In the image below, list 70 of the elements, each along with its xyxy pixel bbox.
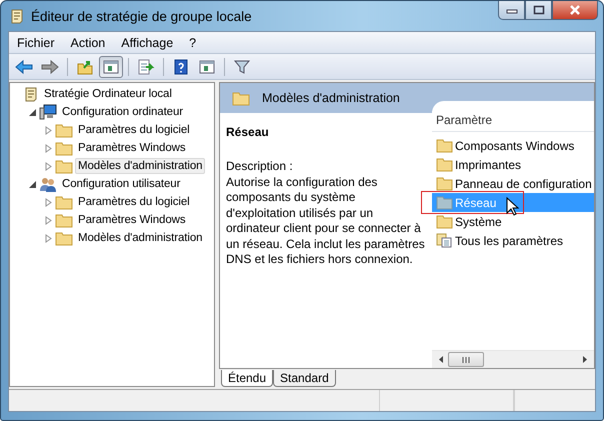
cursor-icon	[506, 197, 520, 217]
menu-item[interactable]: Fichier	[12, 34, 60, 52]
folder-icon	[232, 90, 250, 106]
minimize-button[interactable]	[498, 1, 525, 20]
setting-title: Réseau	[226, 125, 270, 139]
scroll-icon	[23, 86, 39, 102]
window-title: Éditeur de stratégie de groupe locale	[31, 8, 252, 24]
folder-icon	[55, 158, 73, 174]
column-header[interactable]: Paramètre	[432, 111, 594, 132]
view-tab[interactable]: Étendu	[221, 370, 274, 387]
folder-icon	[55, 230, 73, 246]
scroll-icon	[9, 8, 25, 24]
maximize-button[interactable]	[525, 1, 552, 20]
folder-icon	[436, 157, 453, 172]
collapsed-arrow-icon[interactable]	[44, 126, 53, 134]
view-tab[interactable]: Standard	[273, 370, 336, 387]
expanded-arrow-icon[interactable]	[28, 180, 37, 188]
menu-item[interactable]: Affichage	[116, 34, 178, 52]
collapsed-arrow-icon[interactable]	[44, 234, 53, 242]
folder-icon	[436, 176, 453, 191]
folder-icon	[55, 194, 73, 210]
help-icon	[172, 58, 190, 74]
tree-item[interactable]: Paramètres Windows	[75, 140, 188, 156]
collapsed-arrow-icon[interactable]	[44, 198, 53, 206]
left-arrow-icon[interactable]	[438, 356, 444, 363]
computer-icon	[39, 104, 57, 120]
folder-icon	[436, 195, 453, 210]
menu-item[interactable]: Action	[66, 34, 110, 52]
right-arrow-icon[interactable]	[582, 356, 588, 363]
panel-icon	[102, 58, 120, 74]
collapsed-arrow-icon[interactable]	[44, 144, 53, 152]
pane-title: Modèles d'administration	[262, 91, 400, 105]
folder-icon	[436, 214, 453, 229]
folder-icon	[55, 122, 73, 138]
tree-item[interactable]: Configuration utilisateur	[59, 176, 184, 192]
tree-item[interactable]: Paramètres du logiciel	[75, 122, 193, 138]
folder-icon	[55, 140, 73, 156]
collapsed-arrow-icon[interactable]	[44, 162, 53, 170]
close-button[interactable]	[552, 1, 598, 20]
tree-item[interactable]: Stratégie Ordinateur local	[41, 86, 175, 102]
menu-item[interactable]: ?	[184, 34, 202, 52]
folder-arrow-icon	[76, 58, 94, 74]
grip-icon	[460, 356, 472, 362]
list-arrow-icon	[137, 58, 155, 74]
list-item[interactable]: Système	[455, 214, 502, 228]
tree-item[interactable]: Configuration ordinateur	[59, 104, 186, 120]
maximize-icon	[532, 5, 544, 15]
tree-item[interactable]: Paramètres Windows	[75, 212, 188, 228]
users-icon	[39, 176, 57, 192]
description-label: Description :	[226, 159, 294, 174]
folder-icon	[436, 138, 453, 153]
list-item[interactable]: Imprimantes	[455, 158, 522, 172]
tree-item[interactable]: Modèles d'administration	[75, 158, 206, 174]
description-text: Autorise la configuration des composants du système d'exploitation utilisés par un ordinateur client pour se connecter à un réseau. Cela inclut les paramètres DNS et les fichiers hors connexion.	[226, 174, 426, 268]
close-icon	[568, 4, 582, 16]
list-item[interactable]: Tous les paramètres	[455, 234, 564, 248]
panel-icon	[198, 58, 216, 74]
tree-button[interactable]	[99, 56, 123, 78]
tree-item[interactable]: Modèles d'administration	[75, 230, 206, 246]
filter-icon	[233, 58, 251, 74]
list-item[interactable]: Composants Windows	[455, 138, 574, 152]
horizontal-scrollbar[interactable]	[432, 350, 594, 368]
collapsed-arrow-icon[interactable]	[44, 216, 53, 224]
right-arrow-icon	[41, 58, 59, 74]
tree-item[interactable]: Paramètres du logiciel	[75, 194, 193, 210]
folder-icon	[55, 212, 73, 228]
left-arrow-icon	[15, 58, 33, 74]
expanded-arrow-icon[interactable]	[28, 108, 37, 116]
list-item[interactable]: Panneau de configuration	[455, 176, 592, 190]
documents-icon	[436, 233, 453, 248]
